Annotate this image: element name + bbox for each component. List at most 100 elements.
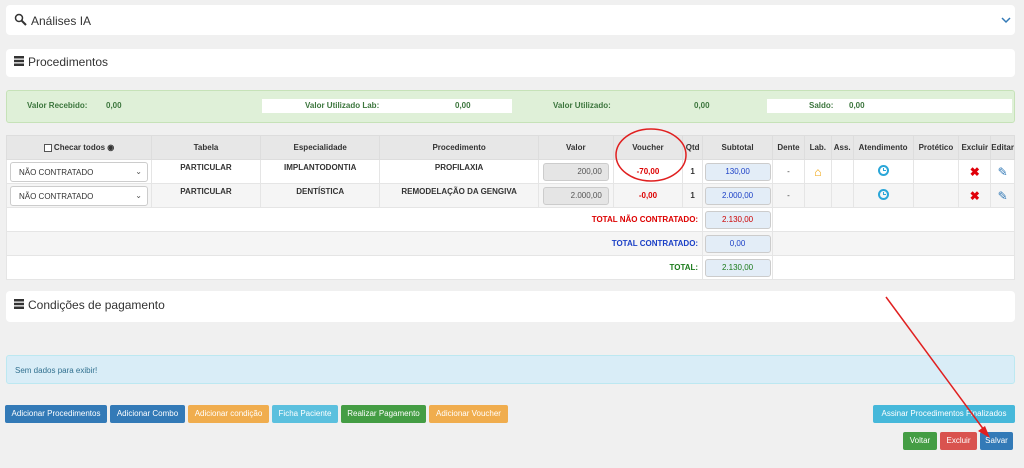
- list-icon: [14, 55, 24, 69]
- contrato-select-value: NÃO CONTRATADO: [19, 191, 94, 201]
- summary-bar: Valor Recebido: 0,00 Valor Utilizado Lab…: [6, 90, 1015, 123]
- total-value: 2.130,00: [704, 258, 771, 277]
- no-data-alert: Sem dados para exibir!: [6, 355, 1015, 384]
- table-row: NÃO CONTRATADO ⌄ PARTICULAR DENTÍSTICA R…: [6, 183, 1015, 208]
- contrato-cell: NÃO CONTRATADO ⌄: [6, 159, 152, 184]
- header-label: Checar todos: [53, 143, 106, 152]
- total-contratado-cell: 0,00: [702, 231, 774, 256]
- lab-cell: [803, 183, 832, 208]
- summary-band-1: [262, 99, 512, 113]
- realizar-pagamento-button[interactable]: Realizar Pagamento: [341, 405, 426, 423]
- voucher-cell: -0,00: [612, 183, 684, 208]
- header-tabela: Tabela: [150, 135, 262, 160]
- contrato-select[interactable]: NÃO CONTRATADO ⌄: [10, 161, 148, 182]
- total-nao-contratado-row: TOTAL NÃO CONTRATADO: 2.130,00: [5, 207, 1015, 232]
- assinar-procedimentos-button[interactable]: Assinar Procedimentos Finalizados: [873, 405, 1015, 423]
- tabela-cell: PARTICULAR: [150, 183, 262, 208]
- voucher-cell: -70,00: [612, 159, 684, 184]
- analises-panel[interactable]: Análises IA: [6, 5, 1015, 35]
- header-valor: Valor: [537, 135, 614, 160]
- valor-lab-label: Valor Utilizado Lab:: [305, 101, 380, 110]
- analises-title: Análises IA: [14, 13, 91, 29]
- voltar-button[interactable]: Voltar: [903, 432, 937, 450]
- atendimento-cell: [852, 183, 914, 208]
- saldo-value: 0,00: [849, 101, 865, 110]
- condicoes-panel: Condições de pagamento: [6, 291, 1015, 322]
- total-contratado-label: TOTAL CONTRATADO:: [5, 231, 704, 256]
- chevron-down-icon: ⌄: [135, 166, 142, 176]
- salvar-button[interactable]: Salvar: [980, 432, 1013, 450]
- excluir-button[interactable]: Excluir: [940, 432, 977, 450]
- delete-icon[interactable]: ✖: [970, 165, 980, 179]
- editar-cell: ✎: [990, 159, 1015, 184]
- header-checar-todos[interactable]: Checar todos ◉: [6, 135, 152, 160]
- saldo-label: Saldo:: [809, 101, 834, 110]
- header-lab: Lab.: [803, 135, 832, 160]
- checkbox[interactable]: [43, 143, 52, 152]
- protetico-cell: [912, 159, 960, 184]
- total-row: TOTAL: 2.130,00: [5, 255, 1015, 280]
- procedimentos-title: Procedimentos: [14, 55, 108, 69]
- condicoes-label: Condições de pagamento: [28, 298, 165, 312]
- contrato-select[interactable]: NÃO CONTRATADO ⌄: [10, 185, 148, 206]
- editar-cell: ✎: [990, 183, 1015, 208]
- valor-utilizado-label: Valor Utilizado:: [553, 101, 611, 110]
- excluir-cell: ✖: [958, 159, 992, 184]
- valor-field[interactable]: 200,00: [542, 162, 609, 181]
- total-row-spacer: [772, 231, 1015, 256]
- header-especialidade: Especialidade: [260, 135, 381, 160]
- especialidade-cell: IMPLANTODONTIA: [260, 159, 381, 184]
- chevron-down-icon: ⌄: [135, 190, 142, 200]
- valor-lab-value: 0,00: [455, 101, 471, 110]
- adicionar-condicao-button[interactable]: Adicionar condição: [188, 405, 269, 423]
- header-protetico: Protético: [912, 135, 960, 160]
- total-row-spacer: [772, 255, 1015, 280]
- procedimentos-panel: Procedimentos: [6, 49, 1015, 77]
- header-atendimento: Atendimento: [852, 135, 914, 160]
- analises-label: Análises IA: [31, 14, 92, 28]
- header-dente: Dente: [772, 135, 805, 160]
- qtd-cell: 1: [682, 183, 704, 208]
- table-header-row: Checar todos ◉ Tabela Especialidade Proc…: [6, 135, 1015, 160]
- atendimento-cell: [852, 159, 914, 184]
- subtotal-cell: 2.000,00: [702, 183, 774, 208]
- clock-icon[interactable]: [877, 189, 889, 200]
- subtotal-field: 130,00: [704, 162, 771, 181]
- header-ass: Ass.: [830, 135, 854, 160]
- delete-icon[interactable]: ✖: [970, 189, 980, 203]
- procedimento-cell: REMODELAÇÃO DA GENGIVA: [379, 183, 539, 208]
- ass-cell: [830, 183, 854, 208]
- adicionar-combo-button[interactable]: Adicionar Combo: [110, 405, 185, 423]
- valor-field[interactable]: 2.000,00: [542, 186, 609, 205]
- total-label: TOTAL:: [5, 255, 704, 280]
- ficha-paciente-button[interactable]: Ficha Paciente: [272, 405, 338, 423]
- clock-icon[interactable]: [877, 165, 889, 176]
- adicionar-voucher-button[interactable]: Adicionar Voucher: [429, 405, 508, 423]
- procedimento-cell: PROFILAXIA: [379, 159, 539, 184]
- adicionar-procedimentos-button[interactable]: Adicionar Procedimentos: [5, 405, 107, 423]
- condicoes-title: Condições de pagamento: [14, 298, 165, 312]
- procedimentos-label: Procedimentos: [28, 55, 109, 69]
- header-voucher: Voucher: [612, 135, 684, 160]
- valor-cell: 200,00: [537, 159, 614, 184]
- total-nao-contratado-label: TOTAL NÃO CONTRATADO:: [5, 207, 704, 232]
- excluir-cell: ✖: [958, 183, 992, 208]
- subtotal-field: 2.000,00: [704, 186, 771, 205]
- edit-icon[interactable]: ✎: [998, 165, 1008, 179]
- total-cell: 2.130,00: [702, 255, 774, 280]
- chevron-down-icon[interactable]: [1001, 13, 1011, 27]
- header-editar: Editar: [990, 135, 1015, 160]
- header-subtotal: Subtotal: [702, 135, 774, 160]
- house-icon[interactable]: ⌂: [814, 165, 821, 179]
- no-data-text: Sem dados para exibir!: [15, 366, 98, 375]
- magnifier-gear-icon: [14, 13, 27, 29]
- contrato-cell: NÃO CONTRATADO ⌄: [6, 183, 152, 208]
- especialidade-cell: DENTÍSTICA: [260, 183, 381, 208]
- contrato-select-value: NÃO CONTRATADO: [19, 167, 94, 177]
- header-qtd: Qtd: [682, 135, 704, 160]
- edit-icon[interactable]: ✎: [998, 189, 1008, 203]
- dente-cell: -: [772, 159, 805, 184]
- total-contratado-row: TOTAL CONTRATADO: 0,00: [5, 231, 1015, 256]
- qtd-cell: 1: [682, 159, 704, 184]
- total-row-spacer: [772, 207, 1015, 232]
